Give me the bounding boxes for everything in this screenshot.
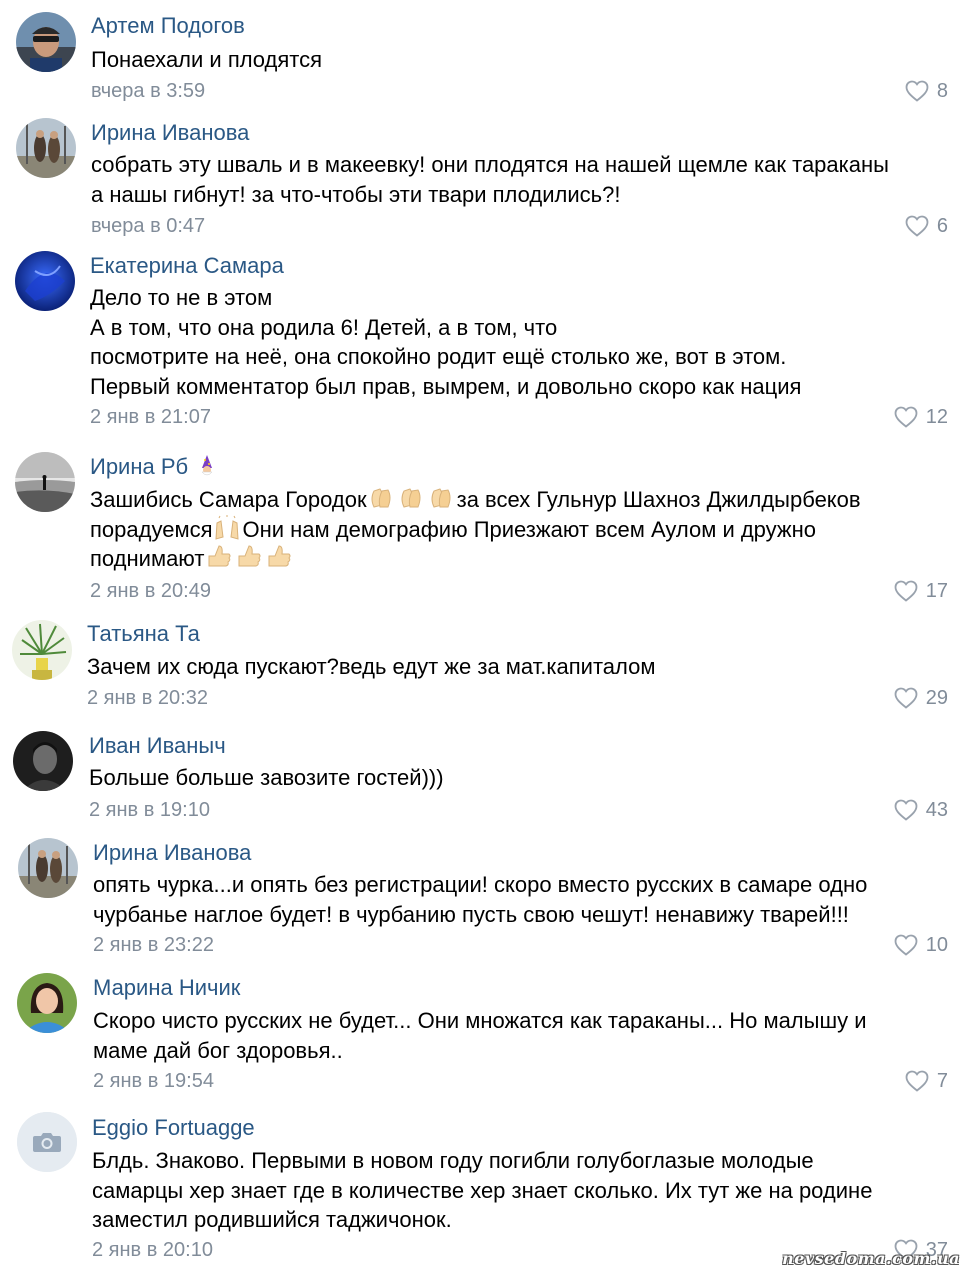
avatar[interactable] xyxy=(17,1112,77,1172)
comment-text-part: порадуемся xyxy=(90,516,213,542)
heart-outline-icon xyxy=(894,687,918,709)
thumbs-up-icon xyxy=(238,545,261,567)
comment-text-line: поднимают xyxy=(90,544,940,574)
heart-outline-icon xyxy=(905,1070,929,1092)
comment-author[interactable]: Ирина Рб xyxy=(90,454,220,480)
comment-text-part: поднимают xyxy=(90,546,205,571)
comment-text-line: Зашибись Самара Городок за всех Гульнур Ш… xyxy=(90,485,940,515)
comment-date[interactable]: вчера в 0:47 xyxy=(91,214,205,238)
comment-text-line: Скоро чисто русских не будет... Они множ… xyxy=(93,1008,867,1033)
comment-text-line: Дело то не в этом xyxy=(90,285,273,310)
heart-outline-icon xyxy=(894,406,918,428)
comment-author[interactable]: Ирина Иванова xyxy=(91,120,249,146)
avatar[interactable] xyxy=(13,731,73,791)
clapping-hands-icon xyxy=(431,488,451,508)
comment-author[interactable]: Марина Ничик xyxy=(93,975,240,1001)
like-button[interactable]: 6 xyxy=(905,214,948,238)
like-button[interactable]: 43 xyxy=(894,798,948,822)
clapping-hands-icon xyxy=(401,488,421,508)
comment-date[interactable]: вчера в 3:59 xyxy=(91,79,205,103)
comment-text-line: Понаехали и плодятся xyxy=(91,47,323,72)
comment-text-line: Блдь. Знаково. Первыми в новом году поги… xyxy=(92,1148,814,1173)
like-count: 7 xyxy=(936,1070,948,1092)
comment-text: собрать эту шваль и в макеевку! они плод… xyxy=(91,150,941,209)
avatar[interactable] xyxy=(18,838,78,898)
like-button[interactable]: 8 xyxy=(905,79,948,103)
comment-text-line: Больше больше завозите гостей))) xyxy=(89,765,444,790)
comment-author[interactable]: Татьяна Та xyxy=(87,621,200,647)
avatar[interactable] xyxy=(15,452,75,512)
comment-text-line: заместил родившийся таджичонок. xyxy=(92,1207,452,1232)
comment-author[interactable]: Иван Иваныч xyxy=(89,733,226,759)
avatar[interactable] xyxy=(17,973,77,1033)
comment-author[interactable]: Eggio Fortuagge xyxy=(92,1115,255,1141)
like-button[interactable]: 10 xyxy=(894,933,948,957)
comment-date[interactable]: 2 янв в 19:10 xyxy=(89,798,210,822)
raised-hands-icon xyxy=(215,514,240,540)
comment-author[interactable]: Артем Подогов xyxy=(91,13,245,39)
heart-outline-icon xyxy=(894,934,918,956)
clapping-hands-icon xyxy=(371,488,391,508)
comment-text: Зачем их сюда пускают?ведь едут же за ма… xyxy=(87,652,937,682)
avatar[interactable] xyxy=(15,251,75,311)
thumbs-up-icon xyxy=(268,545,291,567)
comment-author[interactable]: Ирина Иванова xyxy=(93,840,251,866)
comment-text-line: чурбанье наглое будет! в чурбанию пусть … xyxy=(93,901,849,927)
comment-date[interactable]: 2 янв в 23:22 xyxy=(93,933,214,957)
comment-text: Скоро чисто русских не будет... Они множ… xyxy=(93,1006,943,1065)
comment-text: Дело то не в этом А в том, что она родил… xyxy=(90,283,940,401)
comment-text-part: за всех Гульнур Шахноз Джилдырбеков xyxy=(456,487,861,512)
comment-text-line: посмотрите на неё, она спокойно родит ещ… xyxy=(90,344,787,369)
comment-text-line: маме дай бог здоровья.. xyxy=(93,1037,343,1063)
comment-date[interactable]: 2 янв в 20:49 xyxy=(90,579,211,603)
comment-text-line: Первый комментатор был прав, вымрем, и д… xyxy=(90,373,802,399)
comment-text: Больше больше завозите гостей))) xyxy=(89,763,939,793)
heart-outline-icon xyxy=(905,215,929,237)
like-count: 12 xyxy=(925,406,948,428)
like-count: 8 xyxy=(936,80,948,102)
comment-date[interactable]: 2 янв в 19:54 xyxy=(93,1069,214,1093)
heart-outline-icon xyxy=(894,580,918,602)
comment-text: Зашибись Самара Городок за всех Гульнур Ш… xyxy=(90,485,940,574)
thumbs-up-icon xyxy=(208,545,231,567)
comment-author[interactable]: Екатерина Самара xyxy=(90,253,284,279)
like-count: 43 xyxy=(925,799,948,821)
watermark: nevsedoma.com.ua xyxy=(782,1249,960,1268)
heart-outline-icon xyxy=(905,80,929,102)
wizard-icon xyxy=(201,455,213,476)
avatar[interactable] xyxy=(16,12,76,72)
comment-date[interactable]: 2 янв в 20:32 xyxy=(87,686,208,710)
like-button[interactable]: 17 xyxy=(894,579,948,603)
avatar[interactable] xyxy=(16,118,76,178)
comment-text-line: порадуемся Они нам демографию Приезжают в… xyxy=(90,514,940,545)
camera-icon xyxy=(17,1112,77,1172)
comment-text-line: опять чурка...и опять без регистрации! с… xyxy=(93,872,868,897)
comment-text: опять чурка...и опять без регистрации! с… xyxy=(93,870,943,929)
comments-list: Артем Подогов Понаехали и плодятся вчера… xyxy=(0,0,964,1271)
like-button[interactable]: 29 xyxy=(894,686,948,710)
comment-text-part: Они нам демографию Приезжают всем Аулом … xyxy=(242,516,817,542)
avatar[interactable] xyxy=(12,620,72,680)
comment-text-line: а нашы гибнут! за что-чтобы эти твари пл… xyxy=(91,181,621,207)
comment-date[interactable]: 2 янв в 20:10 xyxy=(92,1238,213,1262)
comment-text: Блдь. Знаково. Первыми в новом году поги… xyxy=(92,1146,942,1235)
comment-text-line: собрать эту шваль и в макеевку! они плод… xyxy=(91,152,889,177)
author-name: Ирина Рб xyxy=(90,454,189,479)
like-button[interactable]: 7 xyxy=(905,1069,948,1093)
like-count: 29 xyxy=(925,687,948,709)
like-count: 17 xyxy=(925,580,948,602)
comment-text-part: Зашибись Самара Городок xyxy=(90,487,367,512)
comment-text-line: самарцы хер знает где в количестве хер з… xyxy=(92,1177,873,1203)
comment-date[interactable]: 2 янв в 21:07 xyxy=(90,405,211,429)
like-count: 10 xyxy=(925,934,948,956)
like-count: 6 xyxy=(936,215,948,237)
heart-outline-icon xyxy=(894,799,918,821)
like-button[interactable]: 12 xyxy=(894,405,948,429)
comment-text-line: А в том, что она родила 6! Детей, а в то… xyxy=(90,314,558,340)
comment-text-line: Зачем их сюда пускают?ведь едут же за ма… xyxy=(87,654,656,679)
comment-text: Понаехали и плодятся xyxy=(91,45,941,75)
